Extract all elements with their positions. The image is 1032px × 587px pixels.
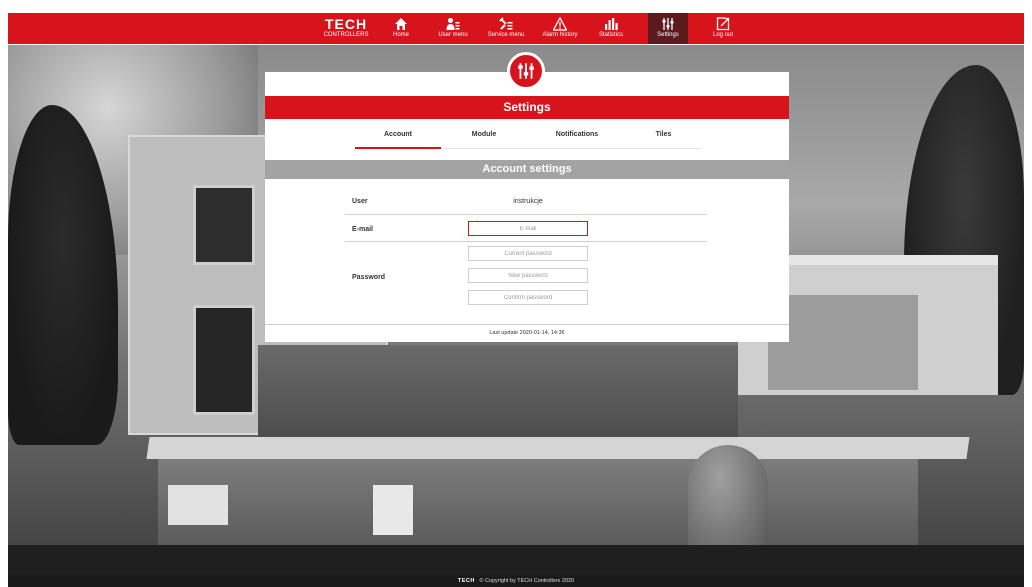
settings-sliders-icon (507, 52, 545, 90)
tab-account[interactable]: Account (355, 127, 441, 149)
copyright-text: © Copyright by TECH Controllers 2020 (479, 578, 575, 584)
row-divider (345, 241, 707, 242)
settings-panel: Settings Account Module Notifications Ti… (265, 72, 789, 342)
nav-statistics[interactable]: Statistics (593, 13, 629, 44)
nav-log-out[interactable]: Log out (708, 13, 738, 44)
logout-icon (708, 13, 738, 31)
page-footer: TECH © Copyright by TECH Controllers 202… (8, 575, 1024, 587)
confirm-password-field[interactable] (468, 290, 588, 305)
settings-icon (648, 13, 688, 31)
nav-service-menu[interactable]: Service menu (482, 13, 530, 44)
email-field[interactable] (468, 221, 588, 236)
nav-user-menu[interactable]: User menu (432, 13, 474, 44)
background-washer (168, 485, 228, 525)
user-label: User (352, 198, 368, 205)
top-navigation-bar: TECH CONTROLLERS Home User menu Service … (8, 13, 1024, 44)
nav-alarm-history[interactable]: Alarm history (536, 13, 584, 44)
background-garage-door (768, 295, 918, 390)
panel-footer: Last update 2020-01-14, 14:36 (265, 324, 789, 342)
new-password-field[interactable] (468, 268, 588, 283)
last-update-text: Last update 2020-01-14, 14:36 (489, 330, 565, 336)
tab-module[interactable]: Module (441, 127, 527, 149)
background-boiler (373, 485, 413, 535)
nav-service-menu-label: Service menu (487, 32, 525, 38)
background-water-tank (688, 445, 768, 555)
brand-logo[interactable]: TECH CONTROLLERS (320, 17, 372, 41)
background-window (193, 185, 255, 265)
nav-settings[interactable]: Settings (648, 13, 688, 44)
service-menu-icon (482, 13, 530, 31)
tab-notifications[interactable]: Notifications (527, 127, 627, 149)
user-value: instrukcje (513, 198, 543, 205)
nav-home[interactable]: Home (391, 13, 411, 44)
nav-user-menu-label: User menu (438, 32, 468, 38)
nav-alarm-history-label: Alarm history (542, 32, 578, 38)
background-living-room (258, 345, 738, 445)
background-window (193, 305, 255, 415)
account-settings-heading: Account settings (265, 160, 789, 179)
home-icon (391, 13, 411, 31)
footer-logo: TECH (457, 578, 475, 584)
settings-panel-title: Settings (265, 96, 789, 119)
background-floor-slab (146, 437, 970, 459)
current-password-field[interactable] (468, 246, 588, 261)
nav-home-label: Home (392, 32, 409, 38)
statistics-icon (593, 13, 629, 31)
nav-statistics-label: Statistics (598, 32, 623, 38)
background-ground (8, 545, 1024, 575)
row-divider (345, 214, 707, 215)
email-label: E-mail (352, 226, 374, 233)
alarm-icon (536, 13, 584, 31)
tab-tiles[interactable]: Tiles (627, 127, 700, 149)
password-label: Password (352, 274, 386, 281)
nav-log-out-label: Log out (712, 32, 734, 38)
nav-settings-label: Settings (657, 32, 679, 38)
settings-tabs: Account Module Notifications Tiles (355, 127, 700, 149)
brand-logo-text: TECH (324, 16, 368, 32)
brand-logo-subtitle: CONTROLLERS (323, 32, 369, 38)
user-menu-icon (432, 13, 474, 31)
